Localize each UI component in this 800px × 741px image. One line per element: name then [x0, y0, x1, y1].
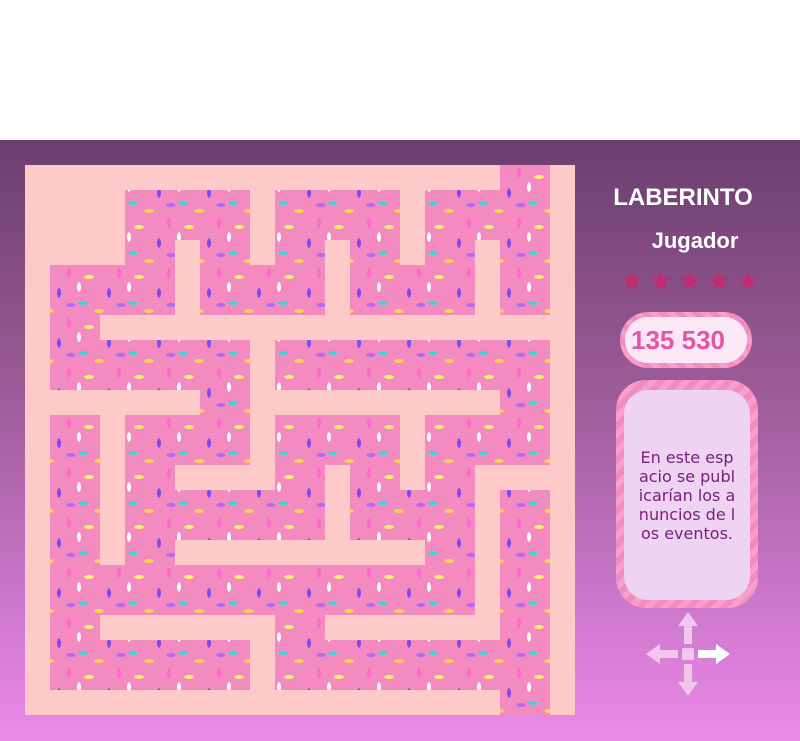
- maze-wall: [250, 390, 500, 415]
- star-icon: ★: [707, 267, 731, 297]
- maze-wall: [250, 190, 275, 265]
- star-icon: ★: [678, 267, 702, 297]
- maze-wall: [100, 315, 550, 340]
- game-area: LABERINTO Jugador ★ ★ ★ ★ ★ 135 530 En e…: [0, 140, 800, 741]
- maze-wall: [100, 390, 125, 565]
- star-icon: ★: [736, 267, 760, 297]
- arrow-right-icon[interactable]: [698, 644, 730, 664]
- maze-wall: [400, 415, 425, 490]
- maze-wall: [400, 190, 425, 265]
- maze-wall: [325, 615, 500, 640]
- arrow-left-icon[interactable]: [646, 644, 678, 664]
- ad-text: En este espacio se publicarían los anunc…: [624, 390, 750, 600]
- star-icon: ★: [649, 267, 673, 297]
- player-name: Jugador: [651, 228, 739, 253]
- maze-wall: [100, 615, 275, 640]
- game-title: LABERINTO: [613, 184, 753, 211]
- score-value: 135 530: [625, 317, 747, 363]
- arrow-down-icon[interactable]: [678, 664, 698, 696]
- maze-wall: [175, 465, 275, 490]
- rating-stars: ★ ★ ★ ★ ★: [620, 267, 760, 297]
- dpad-center: [682, 648, 694, 660]
- maze-wall: [25, 165, 125, 265]
- maze-wall: [250, 615, 275, 715]
- star-icon: ★: [620, 267, 644, 297]
- direction-pad: [644, 610, 732, 698]
- maze-wall: [550, 165, 575, 715]
- ad-panel: En este espacio se publicarían los anunc…: [616, 380, 758, 608]
- arrow-up-icon[interactable]: [678, 612, 698, 644]
- score-panel: 135 530: [620, 312, 752, 368]
- maze-wall: [475, 465, 500, 640]
- maze-board: [25, 165, 575, 715]
- maze-wall: [175, 540, 425, 565]
- side-panel: LABERINTO Jugador ★ ★ ★ ★ ★ 135 530 En e…: [600, 140, 800, 741]
- dpad-graphic: [646, 612, 730, 696]
